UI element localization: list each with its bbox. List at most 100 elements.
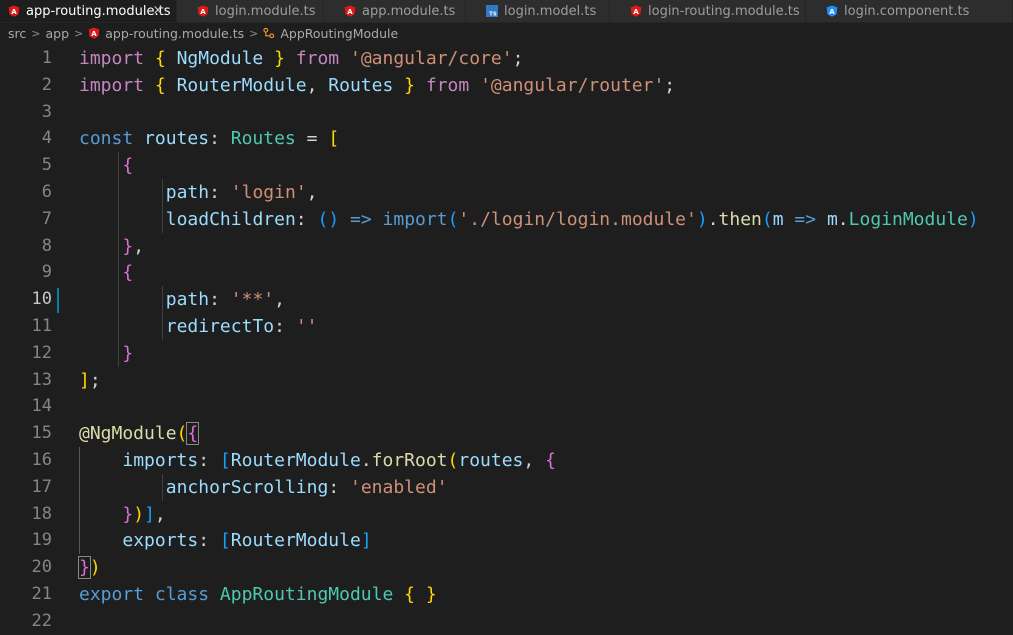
code-text: }) [78,556,101,580]
svg-text:A: A [11,8,17,16]
line-number: 8 [41,235,52,256]
angular-component-icon: A [826,5,838,17]
svg-text:A: A [347,8,353,16]
code-text: } [122,342,134,364]
code-line[interactable]: 7 loadChildren: () => import('./login/lo… [0,206,1013,233]
line-number: 3 [41,101,52,122]
line-number: 18 [31,503,52,524]
breadcrumb-item-symbol[interactable]: AppRoutingModule [280,26,398,41]
code-text: redirectTo: '' [165,316,318,337]
line-number: 11 [31,316,52,336]
line-number: 15 [31,423,52,444]
line-number: 17 [31,476,52,497]
code-text: imports: [RouterModule.forRoot(routes, { [122,450,556,471]
tab-label: app.module.ts [362,3,456,19]
tab-app-routing-module[interactable]: A app-routing.module.ts × [0,0,177,22]
code-text: }, [122,235,145,257]
svg-text:A: A [200,8,206,16]
tab-label: login.model.ts [504,3,597,19]
code-line[interactable]: 5 { [0,152,1013,179]
breadcrumb-item-file[interactable]: app-routing.module.ts [105,26,244,41]
code-line[interactable]: 21 export class AppRoutingModule { } [0,581,1013,608]
tab-login-module[interactable]: A login.module.ts [177,0,324,22]
code-line[interactable]: 22 [0,608,1013,635]
code-text: export class AppRoutingModule { } [79,584,437,605]
close-icon[interactable]: × [150,3,166,19]
code-line[interactable]: 15 @NgModule({ [0,420,1013,447]
tab-label: app-routing.module.ts [26,3,171,19]
code-text: @NgModule({ [79,422,200,446]
code-text: anchorScrolling: 'enabled' [165,476,448,498]
breadcrumb: src > app > A app-routing.module.ts > Ap… [0,22,1013,44]
code-line[interactable]: 8 }, [0,233,1013,260]
angular-icon: A [88,27,100,39]
line-number: 19 [31,530,52,551]
code-text: exports: [RouterModule] [122,530,372,552]
code-text: { [122,155,134,177]
modified-line-indicator [57,288,59,313]
code-line[interactable]: 10 path: '**', [0,286,1013,313]
svg-text:TS: TS [489,12,497,18]
code-line[interactable]: 20}) [0,554,1013,581]
svg-text:A: A [92,30,98,38]
indent-guide [79,447,80,555]
code-line[interactable]: 3 [0,99,1013,126]
code-line[interactable]: 9 { [0,259,1013,286]
line-number: 1 [41,48,52,68]
line-number: 20 [31,557,52,578]
code-line[interactable]: 2 import { RouterModule, Routes } from '@… [0,72,1013,99]
code-line[interactable]: 17 anchorScrolling: 'enabled' [0,474,1013,501]
code-line[interactable]: 14 [0,393,1013,420]
line-number: 6 [41,182,52,202]
line-number: 10 [31,289,52,310]
code-text: import { NgModule } from '@angular/core'… [79,48,524,69]
code-text: const routes: Routes = [ [79,128,340,150]
code-editor[interactable]: 1 import { NgModule } from '@angular/core… [0,44,1013,631]
code-line[interactable]: 6 path: 'login', [0,179,1013,206]
chevron-right-icon: > [249,26,259,40]
angular-icon: A [344,5,356,17]
line-number: 2 [41,74,52,95]
breadcrumb-item-src[interactable]: src [8,26,26,41]
code-text: loadChildren: () => import('./login/logi… [165,208,979,230]
tab-label: login.module.ts [215,3,316,19]
tab-login-component[interactable]: A login.component.ts [806,0,1013,22]
line-number: 16 [31,450,52,470]
svg-text:A: A [633,8,639,16]
tab-label: login.component.ts [844,3,970,19]
angular-icon: A [197,5,209,17]
angular-icon: A [8,5,20,17]
tab-label: login-routing.module.ts [648,3,800,19]
code-line[interactable]: 13]; [0,367,1013,394]
code-line[interactable]: 19 exports: [RouterModule] [0,527,1013,554]
tab-login-routing-module[interactable]: A login-routing.module.ts [610,0,806,22]
code-line[interactable]: 16 imports: [RouterModule.forRoot(routes… [0,447,1013,474]
code-text: })], [122,503,166,525]
code-line[interactable]: 12 } [0,340,1013,367]
indent-guide [161,286,163,340]
code-text: import { RouterModule, Routes } from '@a… [79,74,676,96]
tab-app-module[interactable]: A app.module.ts [324,0,466,22]
breadcrumb-item-app[interactable]: app [45,26,69,41]
line-number: 12 [31,342,52,363]
line-number: 13 [31,369,52,390]
indent-guide [118,152,120,367]
code-line[interactable]: 18 })], [0,501,1013,528]
chevron-right-icon: > [74,26,84,40]
angular-icon: A [630,5,642,17]
code-text: ]; [79,369,101,391]
indent-guide [161,179,163,233]
line-number: 22 [31,610,52,631]
line-number: 9 [41,262,52,283]
code-line[interactable]: 1 import { NgModule } from '@angular/core… [0,45,1013,72]
line-number: 4 [41,128,52,149]
line-number: 5 [41,155,52,176]
editor-tab-bar: A app-routing.module.ts × A login.module… [0,0,1013,23]
line-number: 7 [41,208,52,229]
tab-login-model[interactable]: TS login.model.ts [466,0,610,22]
code-line[interactable]: 4 const routes: Routes = [ [0,125,1013,152]
code-text: path: 'login', [165,182,318,203]
class-symbol-icon [263,27,275,39]
code-line[interactable]: 11 redirectTo: '' [0,313,1013,340]
chevron-right-icon: > [31,26,41,40]
